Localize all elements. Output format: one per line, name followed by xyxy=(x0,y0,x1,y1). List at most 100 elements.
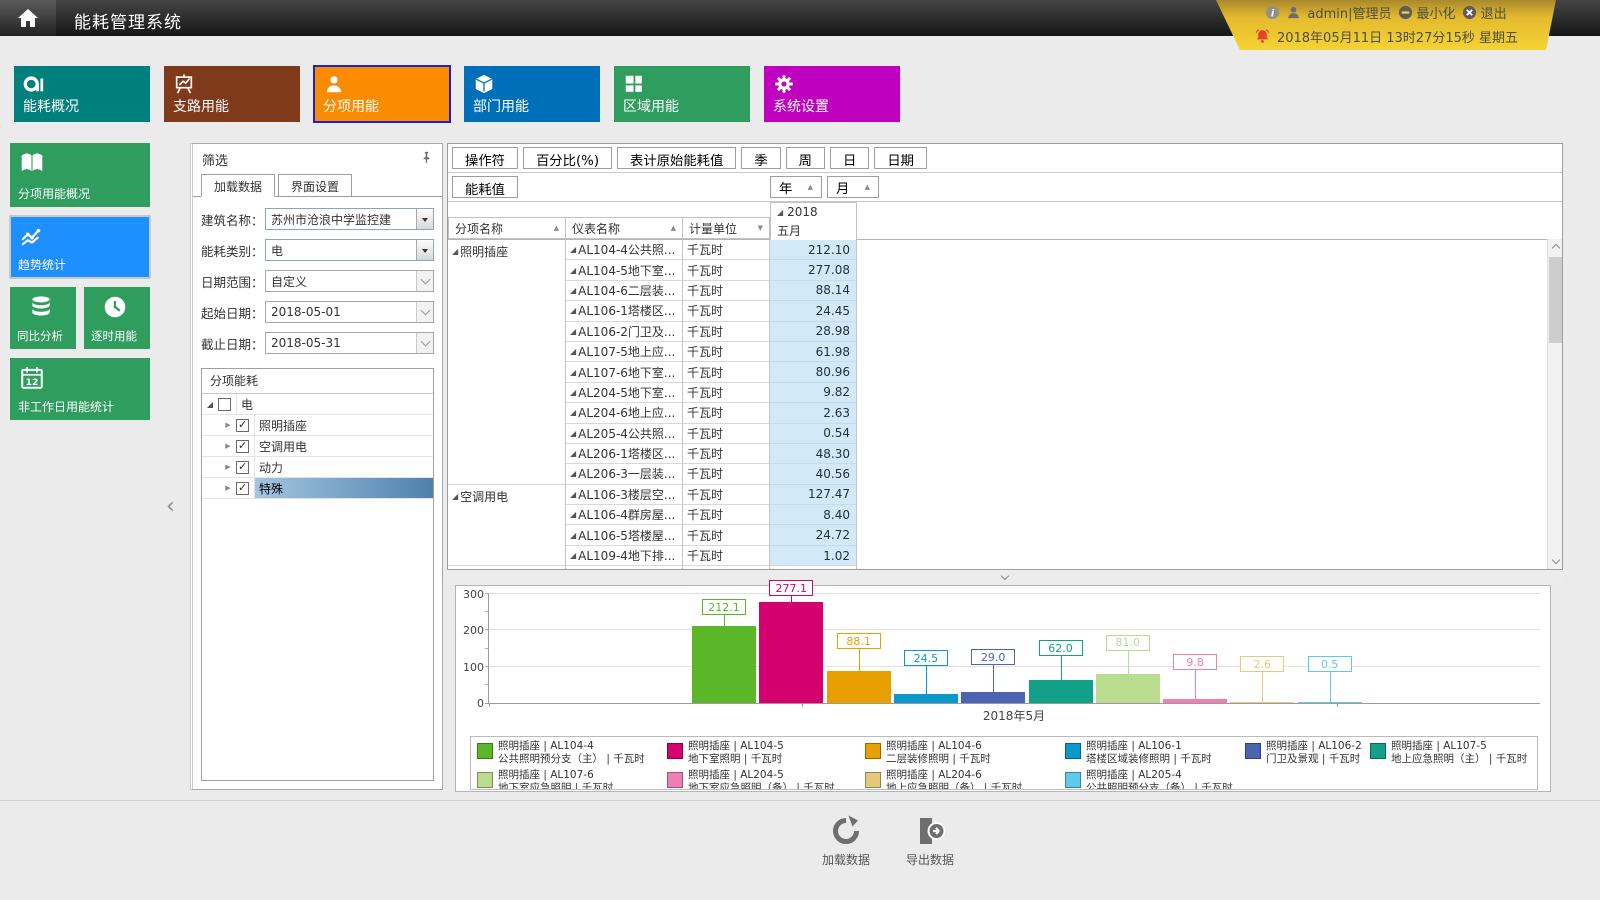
tree-item[interactable]: ▶照明插座 xyxy=(202,415,433,436)
sidebar-item-hourly-energy[interactable]: 逐时用能 xyxy=(84,287,150,349)
pivot-filter-field-button[interactable]: 日 xyxy=(830,147,869,169)
scroll-down-button[interactable] xyxy=(1548,554,1563,569)
meter-cell[interactable]: ◢AL107-5地上应... xyxy=(566,342,682,362)
tree-item-label: 特殊 xyxy=(254,478,433,498)
pivot-filter-bar: 操作符百分比(%)表计原始能耗值季周日日期 xyxy=(448,144,1562,173)
field-dropdown[interactable]: 自定义 xyxy=(265,270,434,292)
sidebar-item-trend-statistics[interactable]: 趋势统计 xyxy=(10,216,150,278)
dropdown-arrow-icon[interactable] xyxy=(416,333,433,353)
pivot-filter-field-button[interactable]: 表计原始能耗值 xyxy=(617,147,736,169)
pivot-body: ◢照明插座◢空调用电 ◢AL104-4公共照...◢AL104-5地下室...◢… xyxy=(448,240,1562,569)
tree-item-label: 空调用电 xyxy=(254,436,433,456)
tree-checkbox[interactable] xyxy=(236,440,249,453)
tree-item[interactable]: ▶ 空调用电 xyxy=(202,436,433,457)
pivot-filter-field-button[interactable]: 操作符 xyxy=(452,147,518,169)
pivot-filter-field-button[interactable]: 百分比(%) xyxy=(523,147,612,169)
tree-checkbox[interactable] xyxy=(236,461,249,474)
meter-cell[interactable]: ◢AL106-1塔楼区... xyxy=(566,301,682,321)
nav-tab-region-energy[interactable]: 区域用能 xyxy=(614,66,750,122)
column-header-subitem-name[interactable]: 分项名称▲ xyxy=(448,217,566,239)
meter-name: AL206-1塔楼区... xyxy=(578,445,675,462)
meter-cell[interactable]: ◢AL104-6二层装... xyxy=(566,281,682,301)
tree-item[interactable]: ▶ 特殊 xyxy=(202,478,433,499)
load-data-button[interactable]: 加载数据 xyxy=(822,815,870,868)
collapse-panel-chevron[interactable]: ‹ xyxy=(166,496,175,518)
field-label: 建筑名称： xyxy=(201,210,265,229)
meter-cell[interactable]: ◢AL104-4公共照... xyxy=(566,240,682,260)
filter-tab-ui-settings[interactable]: 界面设置 xyxy=(278,174,352,197)
field-dropdown[interactable]: 2018-05-31 xyxy=(265,332,434,354)
chart-bar xyxy=(1096,674,1160,703)
nav-tab-subitem-energy[interactable]: 分项用能 xyxy=(314,66,450,122)
meter-cell[interactable]: ◢AL206-3一层装... xyxy=(566,464,682,484)
data-field-button[interactable]: 能耗值 xyxy=(452,176,518,198)
tree-item[interactable]: ◢电 xyxy=(202,394,433,415)
meter-cell[interactable]: ◢AL206-1塔楼区... xyxy=(566,444,682,464)
meter-cell[interactable]: ◢AL104-5地下室... xyxy=(566,260,682,280)
field-label: 能耗类别： xyxy=(201,241,265,260)
sidebar-item-subitem-overview[interactable]: 分项用能概况 xyxy=(10,143,150,207)
year-group-cell[interactable]: ◢2018 xyxy=(770,202,857,221)
pivot-filter-field-button[interactable]: 季 xyxy=(741,147,780,169)
scrollbar-thumb[interactable] xyxy=(1549,257,1562,343)
dropdown-arrow-icon[interactable] xyxy=(416,302,433,322)
field-dropdown[interactable]: 2018-05-01 xyxy=(265,301,434,323)
collapsed-icon[interactable]: ▶ xyxy=(220,484,236,492)
dropdown-arrow-icon[interactable] xyxy=(416,209,433,229)
scroll-up-button[interactable] xyxy=(1548,239,1563,254)
field-dropdown[interactable]: 苏州市沧浪中学监控建 xyxy=(265,208,434,230)
column-header-meter-name[interactable]: 仪表名称▲ xyxy=(565,217,683,239)
chart-bar xyxy=(1298,702,1362,703)
meter-cell[interactable]: ◢AL205-4公共照... xyxy=(566,424,682,444)
column-header-unit[interactable]: 计量单位▼ xyxy=(682,217,770,239)
exit-button[interactable]: 退出 xyxy=(1462,3,1507,22)
expanded-icon[interactable]: ◢ xyxy=(202,400,218,409)
meter-cell[interactable]: ◢AL106-5塔楼屋... xyxy=(566,525,682,545)
collapsed-icon[interactable]: ▶ xyxy=(220,442,236,450)
legend-label: 照明插座 | AL204-5地下室应急照明（备） | 千瓦时 xyxy=(688,769,835,790)
column-header-label: 计量单位 xyxy=(689,220,737,237)
tree-checkbox[interactable] xyxy=(236,482,249,495)
meter-cell[interactable]: ◢AL204-6地上应... xyxy=(566,403,682,423)
meter-cell[interactable]: ◢AL106-4群房屋... xyxy=(566,505,682,525)
pivot-filter-field-button[interactable]: 周 xyxy=(786,147,825,169)
vertical-scrollbar[interactable] xyxy=(1547,239,1562,569)
group-cell[interactable]: ◢照明插座 xyxy=(448,240,565,485)
pin-button[interactable] xyxy=(420,151,433,168)
sidebar-item-label: 趋势统计 xyxy=(18,256,66,273)
year-field-button[interactable]: 年▲ xyxy=(770,176,822,198)
home-button[interactable] xyxy=(0,0,56,36)
sidebar-item-yoy-analysis[interactable]: 同比分析 xyxy=(10,287,76,349)
meter-cell[interactable]: ◢AL109-4地下排... xyxy=(566,546,682,566)
group-cell[interactable]: ◢空调用电 xyxy=(448,485,565,567)
bell-icon[interactable] xyxy=(1254,28,1271,45)
collapsed-icon[interactable]: ▶ xyxy=(220,463,236,471)
nav-tab-branch-energy[interactable]: 支路用能 xyxy=(164,66,300,122)
nav-tab-department-energy[interactable]: 部门用能 xyxy=(464,66,600,122)
pivot-filter-field-button[interactable]: 日期 xyxy=(874,147,927,169)
sidebar-item-nonworkday-statistics[interactable]: 12非工作日用能统计 xyxy=(10,358,150,420)
field-dropdown[interactable]: 电 xyxy=(265,239,434,261)
tree-checkbox[interactable] xyxy=(236,419,249,432)
tree-checkbox[interactable] xyxy=(218,398,231,411)
dropdown-arrow-icon[interactable] xyxy=(416,240,433,260)
unit-cell: 千瓦时 xyxy=(683,464,769,484)
month-field-button[interactable]: 月▲ xyxy=(827,176,879,198)
legend-label: 照明插座 | AL104-4公共照明预分支（主） | 千瓦时 xyxy=(498,740,645,766)
meter-cell[interactable]: ◢AL106-3楼层空... xyxy=(566,485,682,505)
tree-item[interactable]: ▶动力 xyxy=(202,457,433,478)
legend-item: 照明插座 | AL104-4公共照明预分支（主） | 千瓦时 xyxy=(477,740,667,767)
collapsed-icon[interactable]: ▶ xyxy=(220,421,236,429)
nav-tab-energy-overview[interactable]: 能耗概况 xyxy=(14,66,150,122)
meter-cell[interactable]: ◢AL107-6地下室... xyxy=(566,362,682,382)
dropdown-arrow-icon[interactable] xyxy=(416,271,433,291)
minimize-button[interactable]: 最小化 xyxy=(1398,3,1456,22)
filter-tab-load-data[interactable]: 加载数据 xyxy=(201,174,275,197)
info-icon[interactable]: i xyxy=(1265,5,1280,20)
meter-cell[interactable]: ◢AL106-2门卫及... xyxy=(566,322,682,342)
export-data-button[interactable]: 导出数据 xyxy=(906,815,954,868)
meter-cell[interactable]: ◢AL204-5地下室... xyxy=(566,383,682,403)
pivot-grid: 操作符百分比(%)表计原始能耗值季周日日期 能耗值 年▲ 月▲ 分项名称▲仪表名… xyxy=(447,143,1563,570)
nav-tab-system-settings[interactable]: 系统设置 xyxy=(764,66,900,122)
panel-splitter[interactable] xyxy=(447,570,1563,585)
